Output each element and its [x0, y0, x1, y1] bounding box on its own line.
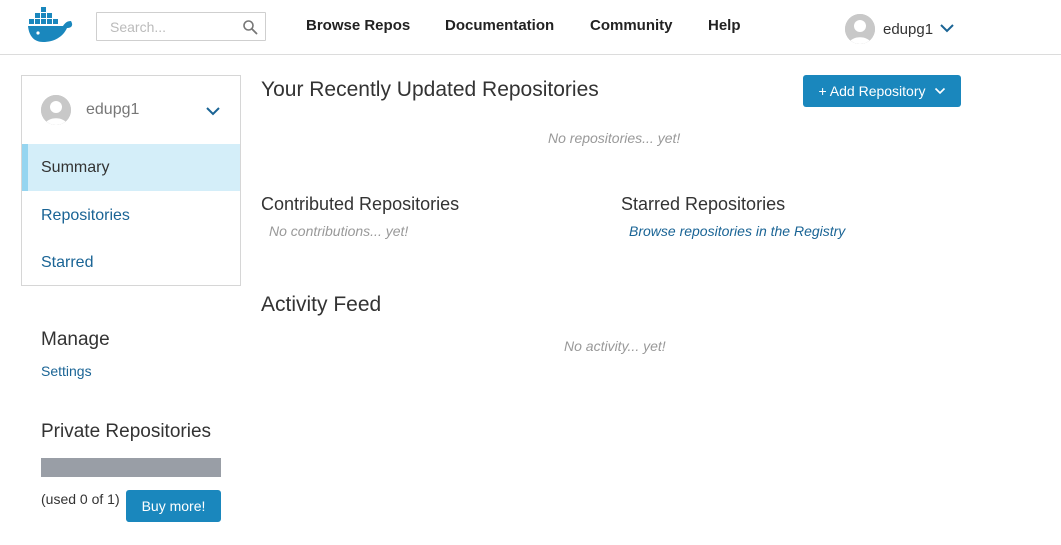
sidebar-item-label: Summary: [41, 158, 110, 176]
recent-repos-heading: Your Recently Updated Repositories: [261, 78, 599, 101]
search-input[interactable]: [97, 13, 232, 40]
user-menu-name: edupg1: [883, 20, 934, 38]
sidebar-user-switcher[interactable]: edupg1: [22, 76, 240, 144]
sidebar-item-label: Repositories: [41, 206, 130, 224]
activity-feed-empty: No activity... yet!: [564, 338, 666, 354]
activity-feed-heading: Activity Feed: [261, 293, 382, 316]
sidebar-item-starred[interactable]: Starred: [22, 239, 240, 286]
avatar: [845, 14, 875, 44]
sidebar-item-summary[interactable]: Summary: [22, 144, 240, 191]
sidebar-item-repositories[interactable]: Repositories: [22, 192, 240, 239]
chevron-down-icon: [205, 103, 221, 121]
buy-more-button[interactable]: Buy more!: [126, 490, 221, 522]
user-menu[interactable]: edupg1: [845, 14, 955, 44]
nav-browse-repos[interactable]: Browse Repos: [306, 17, 410, 34]
sidebar-user-name: edupg1: [86, 101, 140, 118]
nav-community[interactable]: Community: [590, 17, 673, 34]
nav-documentation[interactable]: Documentation: [445, 17, 554, 34]
add-repository-button[interactable]: + Add Repository: [803, 75, 961, 107]
private-repos-heading: Private Repositories: [41, 421, 212, 442]
search-icon[interactable]: [242, 19, 258, 35]
search-box: [96, 12, 266, 41]
private-repos-usage: (used 0 of 1): [41, 491, 120, 507]
add-repository-label: + Add Repository: [818, 83, 926, 99]
contributed-repos-heading: Contributed Repositories: [261, 194, 460, 214]
sidebar-card: edupg1 Summary Repositories Starred: [21, 75, 241, 286]
sidebar-item-label: Starred: [41, 253, 94, 271]
top-navbar: Browse Repos Documentation Community Hel…: [0, 0, 1061, 55]
settings-link[interactable]: Settings: [41, 363, 92, 379]
docker-whale-icon[interactable]: [27, 6, 77, 44]
starred-repos-heading: Starred Repositories: [621, 194, 786, 214]
chevron-down-icon: [939, 20, 955, 38]
browse-registry-link[interactable]: Browse repositories in the Registry: [629, 223, 845, 239]
manage-heading: Manage: [41, 329, 110, 350]
chevron-down-icon: [934, 87, 946, 95]
recent-repos-empty: No repositories... yet!: [548, 130, 681, 146]
nav-help[interactable]: Help: [708, 17, 741, 34]
contributed-repos-empty: No contributions... yet!: [269, 223, 409, 239]
private-repos-progress-bar: [41, 458, 221, 477]
avatar: [41, 95, 71, 125]
